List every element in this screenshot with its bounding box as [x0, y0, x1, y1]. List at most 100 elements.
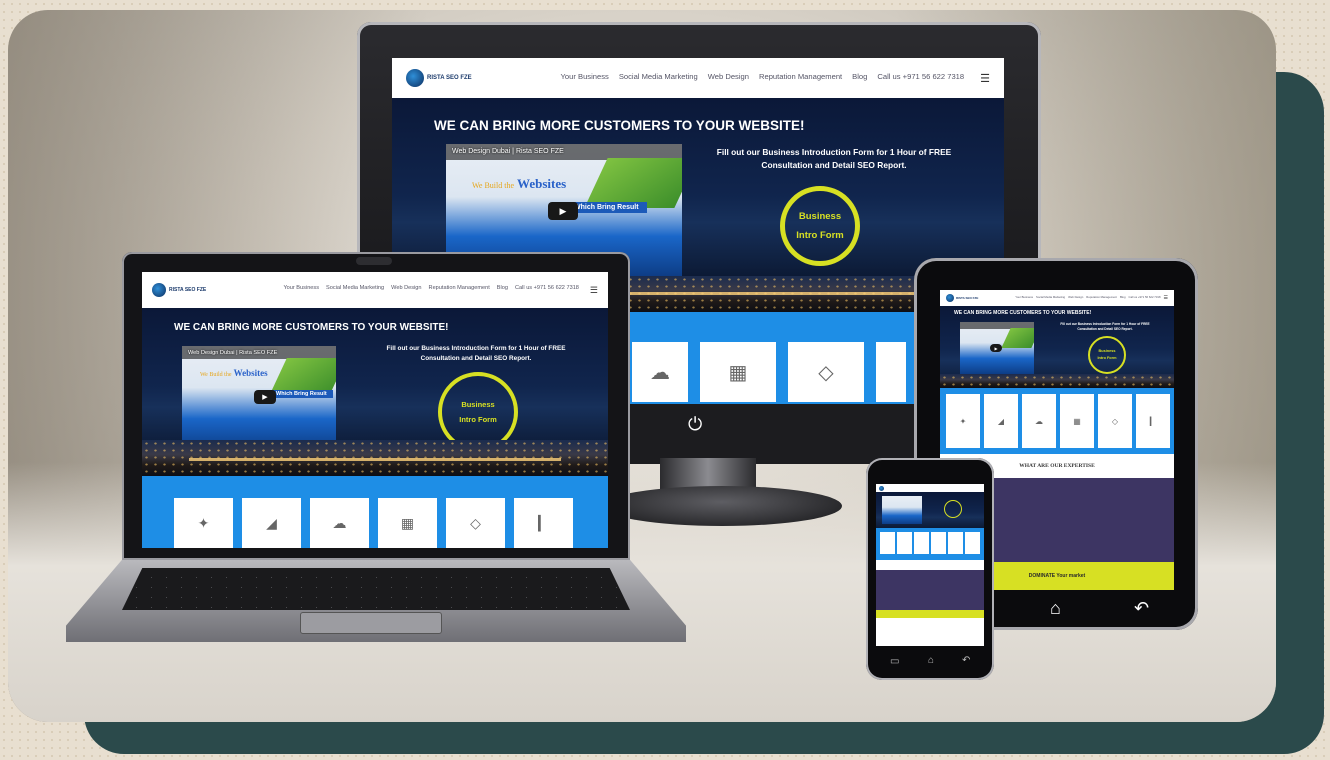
video-ribbon: Which Bring Result: [566, 202, 647, 213]
nav-reputation[interactable]: Reputation Management: [1086, 295, 1117, 301]
home-icon[interactable]: ⌂: [1050, 598, 1061, 619]
nav-social-media[interactable]: Social Media Marketing: [619, 72, 698, 85]
city-night-banner: [142, 440, 608, 476]
hero-headline: WE CAN BRING MORE CUSTOMERS TO YOUR WEBS…: [954, 310, 1092, 316]
site-header: RISTA SEO FZE Your Business Social Media…: [940, 290, 1174, 306]
keyboard: [122, 568, 630, 610]
layout-grid-icon[interactable]: ▦: [1060, 394, 1094, 448]
business-intro-button[interactable]: Business Intro Form: [780, 186, 860, 266]
nav-blog[interactable]: Blog: [852, 72, 867, 85]
site-header: [876, 484, 984, 492]
video-tagline: We Build the Websites: [200, 368, 268, 378]
cloud-icon[interactable]: ☁: [632, 342, 688, 402]
nav-reputation[interactable]: Reputation Management: [759, 72, 842, 85]
hero-section: WE CAN BRING MORE CUSTOMERS TO YOUR WEBS…: [142, 308, 608, 452]
service-tiles: [880, 532, 980, 554]
nav-social-media[interactable]: Social Media Marketing: [326, 285, 384, 296]
site-logo[interactable]: RISTA SEO FZE: [946, 294, 978, 302]
play-icon[interactable]: ▶: [254, 390, 276, 404]
ruler-triangle-icon[interactable]: ◢: [242, 498, 301, 548]
business-intro-button[interactable]: [944, 500, 962, 518]
service-tiles: ✦ ◢ ☁ ▦ ◇ ▎: [174, 498, 573, 548]
site-header: RISTA SEO FZE Your Business Social Media…: [392, 58, 1004, 98]
video-title: Web Design Dubai | Rista SEO FZE: [452, 148, 564, 155]
dominate-banner[interactable]: [876, 610, 984, 618]
city-night-banner: [940, 374, 1174, 388]
video-ribbon: Which Bring Result: [270, 390, 333, 398]
site-nav: Your Business Social Media Marketing Web…: [1015, 295, 1168, 301]
service-tile-partial[interactable]: [876, 342, 906, 402]
form-invite-text: Fill out our Business Introduction Form …: [1060, 322, 1150, 331]
hamburger-icon[interactable]: ☰: [590, 285, 598, 296]
diamond-icon[interactable]: ◇: [788, 342, 864, 402]
hero-video[interactable]: Web Design Dubai | Rista SEO FZE We Buil…: [182, 346, 336, 450]
nav-call[interactable]: Call us +971 56 622 7318: [515, 285, 579, 296]
ruler-triangle-icon[interactable]: ◢: [984, 394, 1018, 448]
hamburger-icon[interactable]: ☰: [1164, 295, 1168, 301]
tile-5[interactable]: [948, 532, 963, 554]
hero-section: WE CAN BRING MORE CUSTOMERS TO YOUR WEBS…: [392, 98, 1004, 276]
nav-web-design[interactable]: Web Design: [708, 72, 749, 85]
form-invite-text: Fill out our Business Introduction Form …: [386, 345, 566, 363]
site-logo[interactable]: RISTA SEO FZE: [406, 69, 472, 87]
hero-section: [876, 492, 984, 528]
play-icon[interactable]: ▶: [990, 344, 1002, 352]
hero-section: WE CAN BRING MORE CUSTOMERS TO YOUR WEBS…: [940, 306, 1174, 384]
business-intro-button[interactable]: Business Intro Form: [1088, 336, 1126, 374]
form-invite-text: Fill out our Business Introduction Form …: [716, 147, 952, 171]
nav-reputation[interactable]: Reputation Management: [429, 285, 490, 296]
back-icon[interactable]: ↶: [1134, 598, 1149, 619]
home-icon[interactable]: ⌂: [928, 655, 934, 666]
cloud-icon[interactable]: ☁: [310, 498, 369, 548]
nav-web-design[interactable]: Web Design: [1068, 295, 1083, 301]
tile-4[interactable]: [931, 532, 946, 554]
diamond-icon[interactable]: ◇: [1098, 394, 1132, 448]
vector-pen-icon[interactable]: ✦: [946, 394, 980, 448]
site-logo[interactable]: RISTA SEO FZE: [152, 283, 206, 297]
service-tiles: ☁ ▦ ◇: [632, 342, 906, 402]
webcam: [356, 257, 392, 265]
nav-blog[interactable]: Blog: [1120, 295, 1126, 301]
nav-your-business[interactable]: Your Business: [283, 285, 319, 296]
play-icon[interactable]: ▶: [548, 202, 578, 220]
nav-your-business[interactable]: Your Business: [561, 72, 609, 85]
nav-your-business[interactable]: Your Business: [1015, 295, 1033, 301]
video-title: Web Design Dubai | Rista SEO FZE: [188, 350, 278, 356]
logo-globe-icon: [879, 485, 884, 491]
laptop-screen: RISTA SEO FZE Your Business Social Media…: [142, 272, 608, 548]
video-tagline: We Build the Websites: [472, 176, 567, 191]
hero-headline: WE CAN BRING MORE CUSTOMERS TO YOUR WEBS…: [434, 118, 805, 133]
tile-1[interactable]: [880, 532, 895, 554]
diamond-icon[interactable]: ◇: [446, 498, 505, 548]
tile-3[interactable]: [914, 532, 929, 554]
vector-pen-icon[interactable]: ✦: [174, 498, 233, 548]
phone-screen: [876, 484, 984, 646]
cloud-icon[interactable]: ☁: [1022, 394, 1056, 448]
back-icon[interactable]: ↶: [962, 655, 970, 666]
tile-6[interactable]: [965, 532, 980, 554]
site-nav: Your Business Social Media Marketing Web…: [561, 72, 990, 85]
nav-call[interactable]: Call us +971 56 622 7318: [877, 72, 964, 85]
nav-call[interactable]: Call us +971 56 622 7318: [1129, 295, 1161, 301]
paint-roller-icon[interactable]: ▎: [514, 498, 573, 548]
layout-grid-icon[interactable]: ▦: [378, 498, 437, 548]
service-tiles: ✦ ◢ ☁ ▦ ◇ ▎: [946, 394, 1170, 448]
hero-video[interactable]: [882, 496, 922, 524]
nav-social-media[interactable]: Social Media Marketing: [1036, 295, 1065, 301]
hero-video[interactable]: ▶: [960, 322, 1034, 374]
trackpad: [300, 612, 442, 634]
monitor-base: [602, 486, 842, 526]
layout-grid-icon[interactable]: ▦: [700, 342, 776, 402]
nav-web-design[interactable]: Web Design: [391, 285, 421, 296]
hero-headline: WE CAN BRING MORE CUSTOMERS TO YOUR WEBS…: [174, 322, 449, 333]
tile-2[interactable]: [897, 532, 912, 554]
site-header: RISTA SEO FZE Your Business Social Media…: [142, 272, 608, 308]
logo-globe-icon: [946, 294, 954, 302]
site-logo[interactable]: [879, 485, 884, 491]
paint-roller-icon[interactable]: ▎: [1136, 394, 1170, 448]
hamburger-icon[interactable]: ☰: [980, 72, 990, 85]
nav-blog[interactable]: Blog: [497, 285, 508, 296]
power-icon[interactable]: ⏻: [688, 414, 702, 435]
logo-globe-icon: [406, 69, 424, 87]
recent-apps-icon[interactable]: ▭: [890, 656, 899, 667]
